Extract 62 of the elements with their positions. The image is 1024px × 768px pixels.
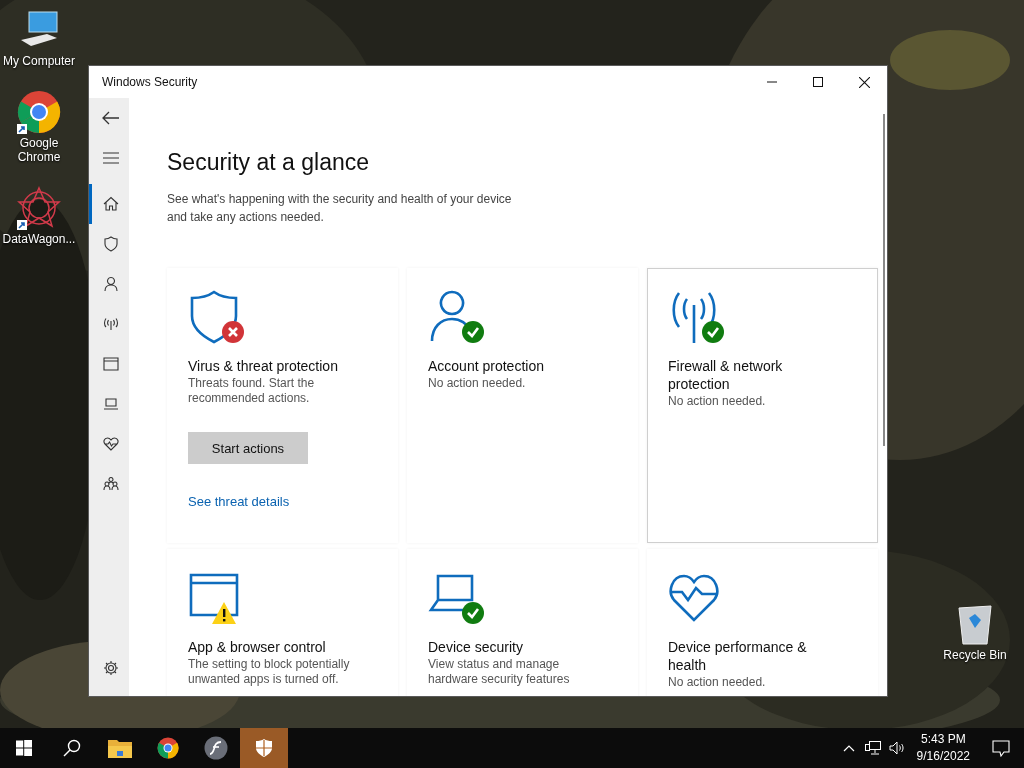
shield-status-icon: [188, 289, 246, 345]
chrome-icon[interactable]: [17, 90, 61, 134]
speech-bubble-icon: [992, 739, 1010, 757]
status-card[interactable]: Device security View status and manage hardware security features: [407, 549, 638, 696]
status-card[interactable]: App & browser control The setting to block potentially unwanted apps is turned off.: [167, 549, 398, 696]
folder-icon: [108, 738, 132, 758]
heart-icon: [102, 436, 119, 452]
shield-icon: [255, 738, 273, 758]
family-icon: [102, 476, 119, 492]
start-actions-button[interactable]: Start actions: [188, 432, 308, 464]
back-arrow-icon: [101, 111, 120, 125]
card-title: Account protection: [428, 357, 544, 375]
window-title: Windows Security: [101, 75, 198, 89]
card-title: Device security: [428, 638, 523, 656]
page-heading: Security at a glance: [167, 149, 370, 176]
maximize-icon: [813, 77, 823, 87]
card-title: Firewall & network protection: [668, 357, 784, 393]
speaker-icon: [888, 741, 905, 755]
close-icon: [858, 76, 870, 88]
clock-date: 9/16/2022: [916, 748, 970, 765]
clock-time: 5:43 PM: [920, 731, 966, 748]
desktop-icon-label[interactable]: Google Chrome: [2, 136, 76, 164]
card-title: Device performance & health: [668, 638, 808, 674]
desktop-icon-label[interactable]: Recycle Bin: [938, 648, 1012, 662]
taskbar-shield-button[interactable]: [240, 728, 288, 768]
card-description: No action needed.: [668, 675, 766, 690]
clock[interactable]: 5:43 PM 9/16/2022: [908, 731, 978, 765]
browser-icon: [102, 356, 119, 372]
home-icon: [102, 196, 119, 212]
minimize-icon: [767, 81, 777, 83]
status-card[interactable]: Virus & threat protection Threats found. Start the recommended actions. Start actions See threat details: [167, 268, 398, 543]
star-pattern-icon[interactable]: [17, 186, 61, 230]
page-subtitle: See what's happening with the security and health of your device and take any actions needed.: [167, 191, 513, 226]
flash-player-icon: [204, 736, 228, 760]
person-icon: [102, 276, 119, 292]
antenna-icon: [102, 316, 119, 332]
status-card[interactable]: Account protection No action needed.: [407, 268, 638, 543]
person-status-icon: [428, 289, 486, 345]
threat-details-link[interactable]: See threat details: [188, 494, 290, 509]
scrollbar[interactable]: [883, 114, 885, 446]
card-description: View status and manage hardware security features: [428, 657, 571, 687]
search-icon: [63, 739, 81, 757]
desktop-icon-label[interactable]: DataWagon...: [2, 232, 76, 246]
card-description: No action needed.: [668, 394, 766, 409]
shortcut-arrow-icon: [17, 220, 27, 230]
settings-icon: [102, 660, 119, 676]
status-card[interactable]: Device performance & health No action needed.: [647, 549, 878, 696]
network-icon: [864, 741, 881, 755]
card-description: No action needed.: [428, 376, 526, 391]
chrome-icon: [157, 737, 179, 759]
card-description: The setting to block potentially unwanted apps is turned off.: [188, 657, 351, 687]
laptop-icon: [102, 396, 119, 412]
card-title: App & browser control: [188, 638, 326, 656]
windows-logo-icon: [16, 740, 32, 756]
card-description: Threats found. Start the recommended actions.: [188, 376, 316, 406]
card-title: Virus & threat protection: [188, 357, 338, 375]
desktop-icon-label[interactable]: My Computer: [2, 54, 76, 68]
shortcut-arrow-icon: [17, 124, 27, 134]
status-card[interactable]: Firewall & network protection No action needed.: [647, 268, 878, 543]
caret-up-icon: [842, 744, 855, 752]
menu-icon: [102, 152, 119, 164]
shield-icon: [102, 236, 119, 252]
